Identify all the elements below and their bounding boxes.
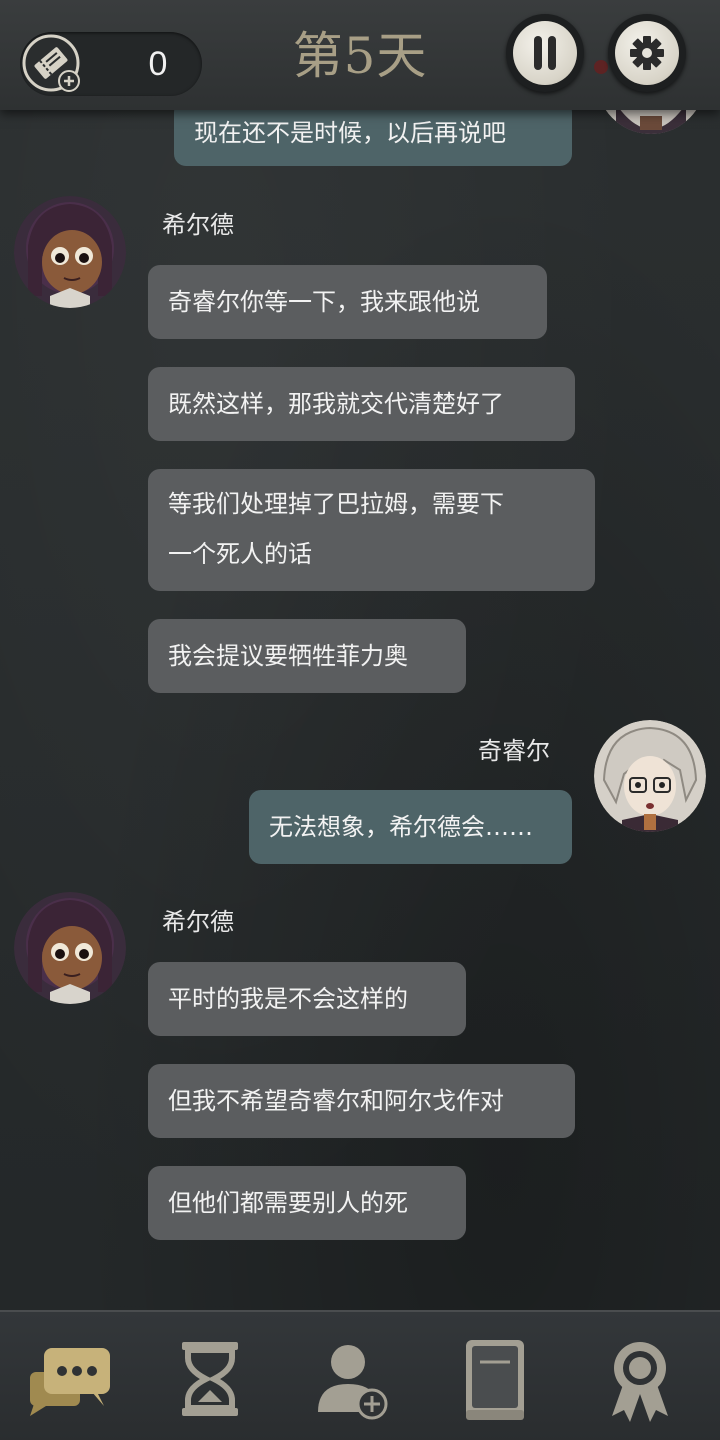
nav-book[interactable] — [446, 1332, 546, 1428]
add-person-icon — [318, 1345, 388, 1420]
blood-splatter — [594, 60, 608, 74]
speaker-name: 希尔德 — [162, 908, 234, 936]
book-icon — [466, 1340, 524, 1420]
chat-log[interactable]: 现在还不是时候，以后再说吧 希尔德 奇睿尔你等一下，我来跟他说 既然这样，那我就… — [0, 0, 720, 1310]
hourglass-icon — [182, 1342, 238, 1416]
nav-add-person[interactable] — [306, 1332, 406, 1428]
chat-bubble-incoming: 但我不希望奇睿尔和阿尔戈作对 — [148, 1064, 575, 1138]
game-screen: { "header": { "ticket_count": "0", "day_… — [0, 0, 720, 1440]
settings-button[interactable] — [608, 14, 686, 92]
avatar-qirui[interactable] — [594, 720, 706, 832]
nav-hourglass[interactable] — [160, 1332, 260, 1428]
speaker-name: 希尔德 — [162, 211, 234, 239]
avatar-hilde[interactable] — [14, 196, 126, 308]
ticket-add-icon[interactable] — [22, 34, 80, 92]
ticket-counter[interactable]: 0 — [20, 32, 202, 96]
chat-bubble-incoming: 既然这样，那我就交代清楚好了 — [148, 367, 575, 441]
pause-icon — [534, 36, 556, 70]
chat-bubble-incoming: 我会提议要牺牲菲力奥 — [148, 619, 466, 693]
nav-award[interactable] — [590, 1332, 690, 1428]
avatar-hilde[interactable] — [14, 892, 126, 1004]
chat-bubble-incoming: 平时的我是不会这样的 — [148, 962, 466, 1036]
top-bar: 0 第5天 — [0, 0, 720, 110]
pause-button[interactable] — [506, 14, 584, 92]
chat-bubble-outgoing: 无法想象，希尔德会…… — [249, 790, 572, 864]
nav-chat[interactable] — [22, 1332, 122, 1428]
gear-icon — [630, 36, 664, 70]
chat-bubble-incoming: 等我们处理掉了巴拉姆，需要下 一个死人的话 — [148, 469, 595, 591]
chat-bubble-incoming: 但他们都需要别人的死 — [148, 1166, 466, 1240]
day-title: 第5天 — [292, 27, 428, 85]
award-ribbon-icon — [612, 1342, 668, 1422]
bottom-nav — [0, 1310, 720, 1440]
speaker-name: 奇睿尔 — [478, 737, 550, 765]
ticket-count: 0 — [148, 45, 168, 83]
chat-bubbles-icon — [30, 1348, 110, 1416]
chat-bubble-incoming: 奇睿尔你等一下，我来跟他说 — [148, 265, 547, 339]
